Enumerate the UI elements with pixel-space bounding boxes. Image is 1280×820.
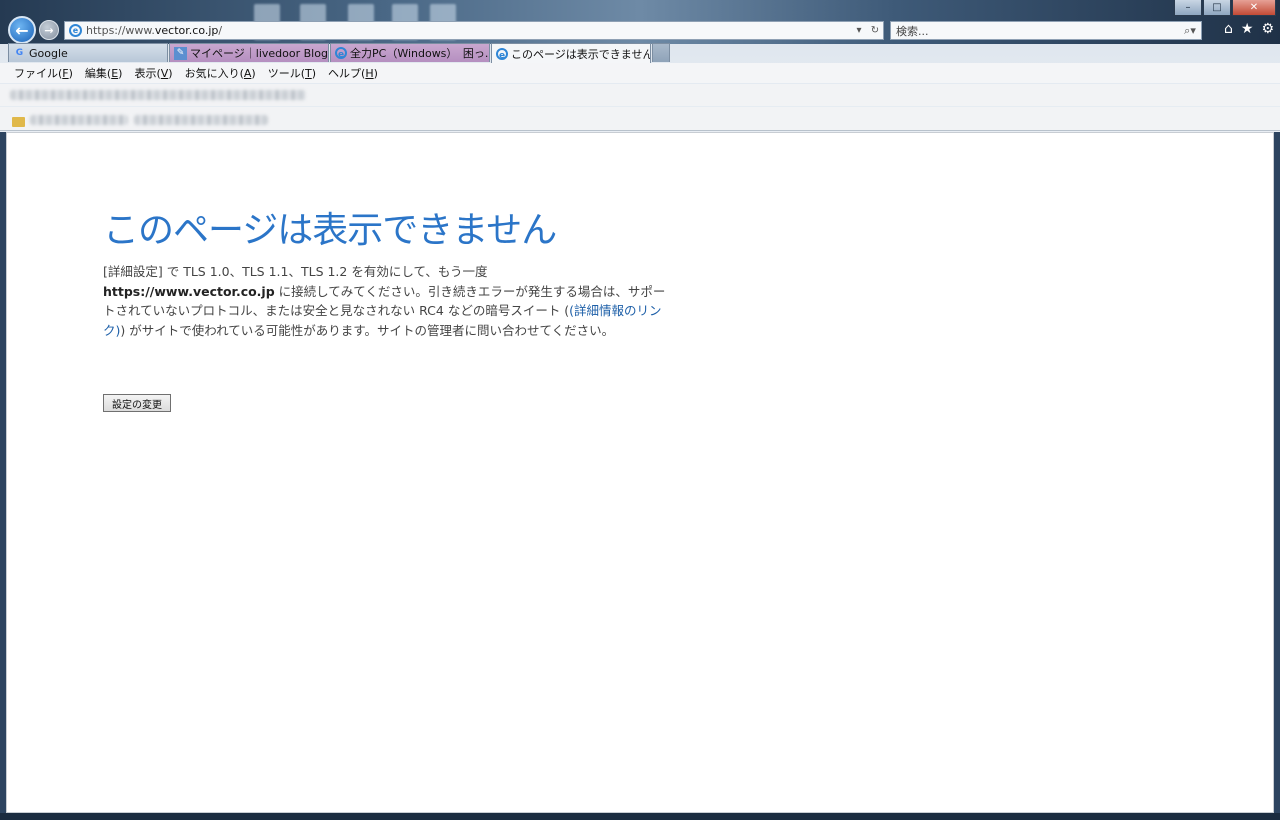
blurred-toolbar-row <box>0 84 1280 106</box>
url-prefix: https://www. <box>86 24 155 37</box>
menu-edit[interactable]: 編集(E) <box>85 65 123 81</box>
ie-page-icon: e <box>335 47 347 60</box>
tab-strip: G Google ✎ マイページ｜livedoor Blog e 全力PC（Wi… <box>8 43 670 63</box>
blurred-content <box>10 90 306 100</box>
url-domain: vector.co.jp <box>154 24 219 37</box>
new-tab-button[interactable] <box>652 43 670 62</box>
livedoor-icon: ✎ <box>174 46 187 60</box>
error-title: このページは表示できません <box>103 210 557 251</box>
tab-label: Google <box>29 46 68 60</box>
tab-livedoor[interactable]: ✎ マイページ｜livedoor Blog <box>169 43 329 62</box>
menu-label: ファイル( <box>14 67 63 80</box>
menu-accesskey: T <box>305 67 312 80</box>
settings-gear-icon[interactable]: ⚙ <box>1261 21 1274 37</box>
tab-zenryoku-pc[interactable]: e 全力PC（Windows） 困っ... <box>330 43 490 62</box>
favorites-bar <box>0 107 1280 131</box>
menu-help[interactable]: ヘルプ(H) <box>328 65 378 81</box>
menu-paren: ) <box>168 67 173 80</box>
refresh-icon[interactable]: ↻ <box>867 25 883 36</box>
menu-file[interactable]: ファイル(F) <box>14 65 73 81</box>
tab-google[interactable]: G Google <box>8 43 168 62</box>
ie-page-icon: e <box>496 47 508 61</box>
tab-label: マイページ｜livedoor Blog <box>190 47 328 60</box>
close-window-button[interactable]: ✕ <box>1232 0 1276 16</box>
menu-paren: ) <box>251 67 256 80</box>
menu-favorites[interactable]: お気に入り(A) <box>185 65 256 81</box>
tab-error-page[interactable]: e このページは表示できません ✕ <box>491 43 651 63</box>
search-box[interactable]: 検索... ⌕▾ <box>890 21 1202 40</box>
menu-paren: ) <box>373 67 378 80</box>
ie-page-icon: e <box>69 24 82 37</box>
page-content: このページは表示できません [詳細設定] で TLS 1.0、TLS 1.1、T… <box>6 132 1274 813</box>
forward-button[interactable]: → <box>39 20 59 40</box>
menu-paren: ) <box>118 67 123 80</box>
error-description: [詳細設定] で TLS 1.0、TLS 1.1、TLS 1.2 を有効にして、… <box>103 262 669 340</box>
maximize-button[interactable]: □ <box>1203 0 1231 16</box>
tab-label: このページは表示できません <box>511 47 651 61</box>
address-dropdown-icon[interactable]: ▾ <box>851 25 867 36</box>
blurred-favorite-link[interactable] <box>134 115 268 125</box>
menu-accesskey: H <box>365 67 374 80</box>
menu-label: 編集( <box>84 67 112 80</box>
minimize-button[interactable]: – <box>1174 0 1202 16</box>
window-border-bottom <box>0 813 1280 820</box>
back-button[interactable]: ← <box>8 16 36 44</box>
google-icon: G <box>15 47 24 58</box>
home-icon[interactable]: ⌂ <box>1224 21 1233 37</box>
menu-paren: ) <box>68 67 73 80</box>
toolbar-icons: ⌂ ★ ⚙ <box>1224 21 1274 37</box>
error-text: ) がサイトで使われている可能性があります。サイトの管理者に問い合わせてください… <box>120 322 615 338</box>
window-border-right <box>1274 132 1280 813</box>
url-suffix: / <box>218 24 223 37</box>
error-host: https://www.vector.co.jp <box>103 283 275 299</box>
address-bar[interactable]: e https://www.vector.co.jp/ ▾ ↻ <box>64 21 884 40</box>
error-text: [詳細設定] で TLS 1.0、TLS 1.1、TLS 1.2 を有効にして、… <box>103 264 488 279</box>
change-settings-button[interactable]: 設定の変更 <box>103 394 171 412</box>
arrow-right-icon: → <box>44 23 54 37</box>
search-input[interactable]: 検索... <box>896 23 1179 39</box>
menu-label: お気に入り( <box>184 67 244 80</box>
menu-view[interactable]: 表示(V) <box>134 65 172 81</box>
menu-bar: ファイル(F) 編集(E) 表示(V) お気に入り(A) ツール(T) ヘルプ(… <box>0 63 1280 83</box>
menu-label: ヘルプ( <box>328 67 366 80</box>
menu-label: 表示( <box>134 67 161 80</box>
menu-label: ツール( <box>267 67 306 80</box>
menu-tools[interactable]: ツール(T) <box>268 65 316 81</box>
window-controls: – □ ✕ <box>1174 0 1276 16</box>
folder-icon <box>12 117 25 127</box>
tab-label: 全力PC（Windows） 困っ... <box>350 47 490 60</box>
favorites-star-icon[interactable]: ★ <box>1241 21 1254 37</box>
address-url[interactable]: https://www.vector.co.jp/ <box>86 24 851 37</box>
search-icon[interactable]: ⌕▾ <box>1179 24 1201 38</box>
blurred-favorite-link[interactable] <box>30 115 128 125</box>
menu-paren: ) <box>311 67 317 80</box>
arrow-left-icon: ← <box>15 20 29 40</box>
